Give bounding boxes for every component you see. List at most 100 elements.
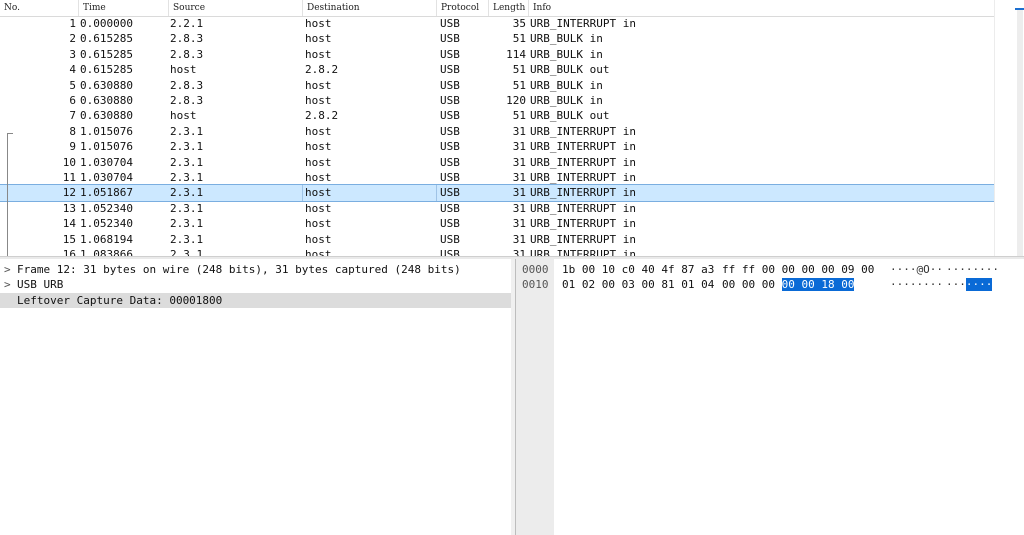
packet-info: URB_BULK out: [530, 63, 610, 77]
packet-no: 11: [62, 171, 76, 184]
table-row[interactable]: 11 1.030704 2.3.1 host USB 31 URB_INTERRUPT in: [0, 170, 994, 185]
packet-source: 2.3.1: [170, 140, 204, 154]
packet-length: 31: [512, 186, 526, 200]
packet-destination: host: [305, 201, 332, 215]
packet-no: 8: [69, 124, 76, 138]
table-row[interactable]: 3 0.615285 2.8.3 host USB 114 URB_BULK in: [0, 47, 994, 62]
packet-destination: host: [305, 78, 332, 92]
packet-destination: host: [305, 232, 332, 246]
packet-source: 2.3.1: [170, 248, 204, 256]
packet-no: 10: [62, 155, 76, 169]
table-row[interactable]: 1 0.000000 2.2.1 host USB 35 URB_INTERRUPT in: [0, 16, 994, 31]
packet-source: 2.3.1: [170, 155, 204, 169]
packet-time: 1.052340: [80, 201, 133, 215]
column-header-info[interactable]: Info: [528, 0, 994, 16]
ascii-group-1[interactable]: ····@O··: [890, 262, 943, 277]
table-row[interactable]: 7 0.630880 host 2.8.2 USB 51 URB_BULK out: [0, 108, 994, 123]
column-header-no[interactable]: No.: [0, 0, 78, 16]
table-row[interactable]: 15 1.068194 2.3.1 host USB 31 URB_INTERRUPT in: [0, 232, 994, 247]
packet-info: URB_BULK in: [530, 78, 603, 92]
packet-source: 2.3.1: [170, 217, 204, 231]
column-header-source[interactable]: Source: [168, 0, 302, 16]
packet-length: 31: [512, 124, 526, 138]
ascii-group-2[interactable]: ········: [946, 262, 999, 277]
packet-length: 120: [506, 94, 526, 107]
table-row-selected[interactable]: 12 1.051867 2.3.1 host USB 31 URB_INTERRUPT in: [0, 184, 995, 202]
ascii-plain: ········: [946, 263, 999, 276]
packet-info: URB_INTERRUPT in: [530, 248, 636, 256]
hex-bytes-highlighted[interactable]: 00 00 18 00: [781, 278, 855, 292]
packet-time: 1.015076: [80, 140, 133, 154]
ascii-group-1[interactable]: ········: [890, 277, 943, 292]
table-row[interactable]: 2 0.615285 2.8.3 host USB 51 URB_BULK in: [0, 31, 994, 46]
hex-bytes-group-1[interactable]: 1b 00 10 c0 40 4f 87 a3: [562, 262, 714, 277]
packet-info: URB_BULK in: [530, 32, 603, 46]
packet-protocol: USB: [440, 78, 460, 92]
packet-info: URB_INTERRUPT in: [530, 124, 636, 138]
packet-length: 51: [512, 109, 526, 123]
column-header-destination[interactable]: Destination: [302, 0, 436, 16]
packet-info: URB_BULK out: [530, 109, 610, 123]
table-row[interactable]: 13 1.052340 2.3.1 host USB 31 URB_INTERRUPT in: [0, 201, 994, 216]
ascii-group-2[interactable]: ·······: [946, 277, 993, 292]
packet-list-scrollbar-thumb[interactable]: [1017, 8, 1023, 256]
packet-time: 1.052340: [80, 217, 133, 231]
packet-length: 31: [512, 232, 526, 246]
ascii-highlighted[interactable]: ····: [965, 278, 993, 292]
packet-time: 0.630880: [80, 109, 133, 123]
table-row[interactable]: 14 1.052340 2.3.1 host USB 31 URB_INTERRUPT in: [0, 216, 994, 231]
column-header-time[interactable]: Time: [78, 0, 168, 16]
packet-length: 31: [512, 171, 526, 184]
packet-destination: host: [305, 186, 332, 200]
packet-bytes-pane[interactable]: 0000 1b 00 10 c0 40 4f 87 a3 ff ff 00 00 0…: [515, 259, 1024, 535]
packet-protocol: USB: [440, 186, 460, 200]
conversation-bracket-line: [7, 133, 8, 256]
expand-arrow-icon[interactable]: >: [4, 277, 14, 292]
table-row[interactable]: 8 1.015076 2.3.1 host USB 31 URB_INTERRUPT in: [0, 124, 994, 139]
detail-tree-item[interactable]: Leftover Capture Data: 00001800: [0, 292, 511, 308]
detail-tree-item[interactable]: > USB URB: [0, 277, 511, 292]
selection-column-separator: [436, 185, 437, 201]
packet-time: 1.030704: [80, 155, 133, 169]
expand-arrow-icon[interactable]: >: [4, 262, 14, 277]
packet-list[interactable]: No. Time Source Destination Protocol Len…: [0, 0, 1024, 256]
packet-length: 35: [512, 17, 526, 30]
packet-length: 31: [512, 248, 526, 256]
detail-tree-item[interactable]: > Frame 12: 31 bytes on wire (248 bits), …: [0, 262, 511, 277]
table-row[interactable]: 9 1.015076 2.3.1 host USB 31 URB_INTERRUPT in: [0, 139, 994, 154]
packet-no: 14: [62, 217, 76, 231]
packet-protocol: USB: [440, 155, 460, 169]
hex-offset: 0010: [522, 278, 549, 292]
packet-no: 3: [69, 47, 76, 61]
table-row[interactable]: 10 1.030704 2.3.1 host USB 31 URB_INTERRUPT in: [0, 155, 994, 170]
table-row[interactable]: 16 1.083866 2.3.1 host USB 31 URB_INTERRUPT in: [0, 247, 994, 256]
packet-destination: host: [305, 17, 332, 30]
packet-protocol: USB: [440, 17, 460, 30]
hex-dump-row: 0000 1b 00 10 c0 40 4f 87 a3 ff ff 00 00 0…: [516, 262, 1024, 277]
packet-info: URB_INTERRUPT in: [530, 201, 636, 215]
packet-destination: host: [305, 140, 332, 154]
hex-bytes-group-2[interactable]: 00 00 00 00 00 18 00: [722, 277, 855, 292]
table-row[interactable]: 4 0.615285 host 2.8.2 USB 51 URB_BULK out: [0, 62, 994, 77]
packet-no: 16: [62, 248, 76, 256]
column-header-length[interactable]: Length: [488, 0, 528, 16]
column-header-protocol[interactable]: Protocol: [436, 0, 488, 16]
packet-details-tree[interactable]: > Frame 12: 31 bytes on wire (248 bits), …: [0, 259, 512, 535]
packet-length: 114: [506, 47, 526, 61]
packet-length: 31: [512, 140, 526, 154]
packet-protocol: USB: [440, 232, 460, 246]
hex-bytes-group-1[interactable]: 01 02 00 03 00 81 01 04: [562, 277, 714, 292]
detail-tree-item-label: Leftover Capture Data: 00001800: [17, 293, 223, 307]
packet-source: host: [170, 109, 197, 123]
detail-tree-item-label: Frame 12: 31 bytes on wire (248 bits), 3…: [17, 263, 461, 276]
packet-protocol: USB: [440, 124, 460, 138]
packet-info: URB_INTERRUPT in: [530, 232, 636, 246]
packet-info: URB_INTERRUPT in: [530, 140, 636, 154]
packet-protocol: USB: [440, 140, 460, 154]
packet-length: 51: [512, 63, 526, 77]
table-row[interactable]: 6 0.630880 2.8.3 host USB 120 URB_BULK in: [0, 93, 994, 108]
hex-bytes-group-2[interactable]: ff ff 00 00 00 00 09 00: [722, 262, 874, 277]
packet-no: 5: [69, 78, 76, 92]
bytes-offset-column: [516, 259, 554, 535]
table-row[interactable]: 5 0.630880 2.8.3 host USB 51 URB_BULK in: [0, 78, 994, 93]
